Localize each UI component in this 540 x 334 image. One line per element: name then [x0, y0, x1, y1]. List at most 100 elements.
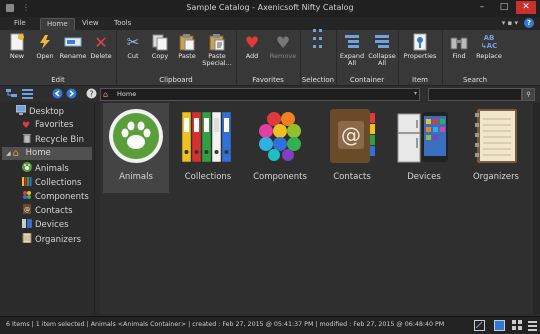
window-title: Sample Catalog - Axenicsoft Nifty Catalo… [186, 3, 354, 12]
item-components[interactable]: Components [247, 103, 313, 193]
paste-button[interactable]: Paste [172, 33, 202, 60]
tree-item-components[interactable]: Components [22, 190, 89, 203]
svg-text:@: @ [24, 207, 30, 214]
address-field[interactable]: ⌂ Home ▾ [100, 88, 420, 101]
address-book-icon: @ [330, 109, 375, 163]
new-document-icon [10, 33, 24, 51]
properties-button[interactable]: Properties [402, 33, 438, 60]
close-button[interactable]: ✕ [516, 1, 536, 14]
details-view-icon[interactable] [474, 320, 485, 331]
remove-favorite-button[interactable]: ♥ Remove [268, 33, 298, 60]
forward-icon[interactable] [66, 88, 77, 99]
help-icon[interactable]: ? [524, 18, 534, 28]
item-devices[interactable]: Devices [391, 103, 457, 193]
tree-item-recycle-bin[interactable]: Recycle Bin [22, 133, 84, 146]
tree-item-organizers[interactable]: Organizers [22, 233, 81, 246]
new-button[interactable]: New [2, 33, 32, 60]
add-favorite-button[interactable]: ♥ Add [237, 33, 267, 60]
ribbon-group-item: Properties Item [398, 30, 443, 85]
heart-icon: ♥ [22, 121, 31, 131]
cut-button[interactable]: ✂ Cut [118, 33, 148, 60]
search-input[interactable] [428, 88, 522, 101]
select-all-button[interactable] [303, 29, 333, 51]
expand-all-icon [345, 35, 359, 48]
tab-tools[interactable]: Tools [108, 18, 137, 29]
svg-text:@: @ [341, 123, 361, 147]
ribbon-group-container: Expand All Collapse All Container [336, 30, 399, 85]
tree-item-animals[interactable]: Animals [22, 162, 69, 175]
paste-special-button[interactable]: Paste Special... [200, 33, 234, 67]
item-label: Devices [407, 172, 441, 182]
ribbon-group-clipboard: ✂ Cut Copy Paste Paste Special... Clipbo… [116, 30, 237, 85]
binders-icon [22, 177, 32, 186]
ribbon: New Open Rename ✕ Delete Edit ✂ Cut Copy… [0, 29, 540, 86]
ribbon-group-selection: Selection [300, 29, 337, 85]
tab-view[interactable]: View [76, 18, 105, 29]
tree-item-home[interactable]: ◢ ⌂ Home [2, 147, 92, 160]
binders-icon [181, 111, 232, 163]
chevron-down-icon[interactable]: ▾ [414, 90, 417, 97]
list-view-toggle-icon[interactable] [528, 320, 539, 331]
tree-item-devices[interactable]: Devices [22, 218, 69, 231]
tree-item-contacts[interactable]: @ Contacts [22, 204, 73, 217]
tree-item-favorites[interactable]: ♥ Favorites [22, 119, 73, 132]
open-icon [40, 35, 50, 49]
list-view-icon[interactable] [22, 88, 33, 99]
tree-item-collections[interactable]: Collections [22, 176, 81, 189]
address-path: Home [117, 90, 137, 98]
home-icon: ⌂ [12, 148, 19, 159]
collapse-all-button[interactable]: Collapse All [367, 33, 397, 67]
replace-button[interactable]: AB ↳AC Replace [474, 33, 504, 60]
tree-view-icon[interactable] [6, 88, 17, 99]
item-label: Components [253, 172, 307, 182]
maximize-button[interactable]: □ [494, 1, 514, 14]
replace-icon: AB ↳AC [480, 34, 498, 50]
tiles-view-icon[interactable] [512, 320, 523, 331]
scissors-icon: ✂ [126, 33, 140, 51]
delete-button[interactable]: ✕ Delete [86, 33, 116, 60]
tab-file[interactable]: File [8, 18, 32, 29]
heart-add-icon: ♥ [244, 32, 260, 52]
paste-icon [179, 34, 195, 51]
copy-icon [152, 34, 168, 50]
heart-remove-icon: ♥ [275, 32, 291, 52]
copy-button[interactable]: Copy [145, 33, 175, 60]
item-label: Animals [119, 172, 153, 182]
paw-icon [22, 162, 32, 172]
rename-button[interactable]: Rename [58, 33, 88, 60]
paw-icon [109, 109, 163, 163]
large-icons-view-icon[interactable] [494, 320, 505, 331]
collapse-all-icon [375, 35, 389, 48]
item-label: Collections [184, 172, 232, 182]
recycle-bin-icon [23, 134, 31, 143]
tab-home[interactable]: Home [40, 18, 75, 30]
address-bar: ? ⌂ Home ▾ ⚲ [0, 86, 540, 102]
item-animals[interactable]: Animals [103, 103, 169, 193]
organizer-icon [475, 109, 517, 163]
ribbon-options-icon[interactable]: ▾ ▪ ▾ [502, 19, 518, 27]
find-button[interactable]: Find [444, 33, 474, 60]
item-organizers[interactable]: Organizers [463, 103, 529, 193]
back-icon[interactable] [52, 88, 63, 99]
svg-text:?: ? [89, 90, 93, 99]
expand-all-button[interactable]: Expand All [337, 33, 367, 67]
open-button[interactable]: Open [30, 33, 60, 60]
vertical-scrollbar[interactable] [533, 103, 540, 314]
properties-icon [413, 33, 427, 51]
item-collections[interactable]: Collections [175, 103, 241, 193]
delete-icon: ✕ [94, 32, 108, 52]
item-contacts[interactable]: @ Contacts [319, 103, 385, 193]
title-bar: ⋮ Sample Catalog - Axenicsoft Nifty Cata… [0, 0, 540, 18]
tree-item-desktop[interactable]: Desktop [16, 105, 64, 118]
devices-icon [397, 112, 448, 163]
items-view: Animals Collections Components @ Contact… [100, 103, 533, 314]
minimize-button[interactable]: – [472, 1, 492, 14]
search-options-icon[interactable]: ⚲ [522, 88, 535, 101]
help-nav-icon[interactable]: ? [86, 88, 97, 99]
paste-special-icon [209, 34, 225, 51]
expand-arrow-icon[interactable]: ◢ [6, 150, 11, 157]
organizer-icon [22, 233, 32, 243]
app-window: ⋮ Sample Catalog - Axenicsoft Nifty Cata… [0, 0, 540, 334]
item-label: Contacts [333, 172, 371, 182]
ribbon-group-edit: New Open Rename ✕ Delete Edit [0, 30, 117, 85]
